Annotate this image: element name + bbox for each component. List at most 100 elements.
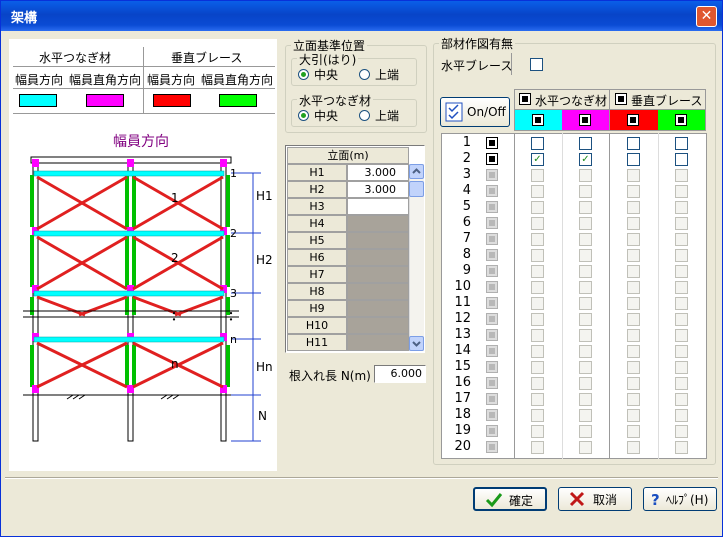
list-item: 2 ✓ ✓ [441,151,707,167]
clamp [32,159,39,167]
horizontal-brace-checkbox[interactable] [530,58,543,71]
scroll-thumb[interactable] [409,181,424,197]
row-red-checkbox [627,185,640,198]
brace-green [125,345,129,387]
height-row-value[interactable]: 3.000 [347,164,409,181]
row-cyan-checkbox [531,329,544,342]
scroll-down-button[interactable] [409,336,424,351]
row-red-checkbox [627,361,640,374]
close-button[interactable]: ✕ [696,6,717,27]
col-magenta-toggle[interactable] [579,114,591,126]
ohiki-center-radio[interactable] [298,69,309,80]
ohiki-top-label[interactable]: 上端 [375,66,399,83]
row-number: 3 [462,167,471,182]
row-cyan-checkbox [531,313,544,326]
row-toggle [486,249,498,261]
hz-center-radio[interactable] [298,110,309,121]
row-green-checkbox [675,361,688,374]
legend-swatch-magenta [86,94,124,107]
height-row-value [347,283,409,300]
brace-green [132,345,136,387]
height-row-value[interactable] [347,198,409,215]
row-number: 17 [454,391,471,406]
row-red-checkbox [627,265,640,278]
row-cyan-checkbox [531,233,544,246]
bay-label-1: 1 [171,191,179,205]
row-cyan-checkbox [531,361,544,374]
ground-hatch [72,394,80,400]
row-toggle [486,345,498,357]
row-red-checkbox [627,425,640,438]
row-green-checkbox[interactable] [675,153,688,166]
row-cyan-checkbox [531,393,544,406]
row-number: 14 [454,343,471,358]
height-row-name: H11 [287,334,347,351]
legend-rule-2 [13,88,275,89]
help-button[interactable]: ? ﾍﾙﾌﾟ(H) [643,487,717,511]
row-toggle[interactable] [486,137,498,149]
list-item: 6 [441,215,707,231]
height-row-value[interactable]: 3.000 [347,181,409,198]
row-red-checkbox [627,393,640,406]
row-magenta-checkbox[interactable] [579,137,592,150]
row-red-checkbox[interactable] [627,137,640,150]
row-magenta-checkbox [579,393,592,406]
list-item: 1 [441,135,707,151]
hz-top-label[interactable]: 上端 [375,107,399,124]
legend-col-width-1: 幅員方向 [15,73,64,87]
row-number: 16 [454,375,471,390]
col-cyan-toggle[interactable] [532,114,544,126]
row-magenta-checkbox [579,345,592,358]
row-number: 18 [454,407,471,422]
col-horizontal-toggle[interactable] [519,93,531,105]
row-toggle[interactable] [486,153,498,165]
ohiki-top-radio[interactable] [359,69,370,80]
ground-hatch [66,394,74,400]
row-red-checkbox [627,329,640,342]
brace-green [125,297,129,315]
help-button-label: ﾍﾙﾌﾟ(H) [666,493,709,507]
ground-hatch [160,394,168,400]
legend-rule-3 [13,113,275,114]
row-green-checkbox[interactable] [675,137,688,150]
row-magenta-checkbox [579,361,592,374]
row-red-checkbox[interactable] [627,153,640,166]
hz-top-radio[interactable] [359,110,370,121]
list-item: 13 [441,327,707,343]
row-toggle [486,217,498,229]
legend-col-width-2: 幅員方向 [147,73,196,87]
col-green-toggle[interactable] [675,114,687,126]
row-cyan-checkbox[interactable]: ✓ [531,153,544,166]
row-cyan-checkbox[interactable] [531,137,544,150]
row-toggle [486,425,498,437]
ground-hatch [172,394,180,400]
row-magenta-checkbox [579,185,592,198]
row-green-checkbox [675,169,688,182]
legend-divider [143,47,144,113]
embed-input[interactable]: 6.000 [374,365,426,383]
row-number: 15 [454,359,471,374]
col-red-toggle[interactable] [627,114,639,126]
col-horizontal-label: 水平つなぎ材 [535,94,608,108]
hz-center-label[interactable]: 中央 [314,107,338,124]
col-brace-toggle[interactable] [615,93,627,105]
list-item: 11 [441,295,707,311]
onoff-button[interactable]: On/Off [440,97,510,127]
cancel-button[interactable]: 取消 [558,487,632,511]
ok-button[interactable]: 確定 [473,487,547,511]
row-number: 10 [454,279,471,294]
scroll-up-button[interactable] [409,164,424,179]
brace-green [125,235,129,287]
row-magenta-checkbox [579,329,592,342]
row-magenta-checkbox[interactable]: ✓ [579,153,592,166]
x-brace [36,295,86,317]
row-number: 1 [462,135,471,150]
ground-hatch [78,394,86,400]
row-magenta-checkbox [579,297,592,310]
chevron-up-icon [412,168,421,174]
level-label-n: n [230,333,237,346]
ohiki-center-label[interactable]: 中央 [314,66,338,83]
row-number: 9 [462,263,471,278]
ground-hatch [166,394,174,400]
row-toggle [486,297,498,309]
